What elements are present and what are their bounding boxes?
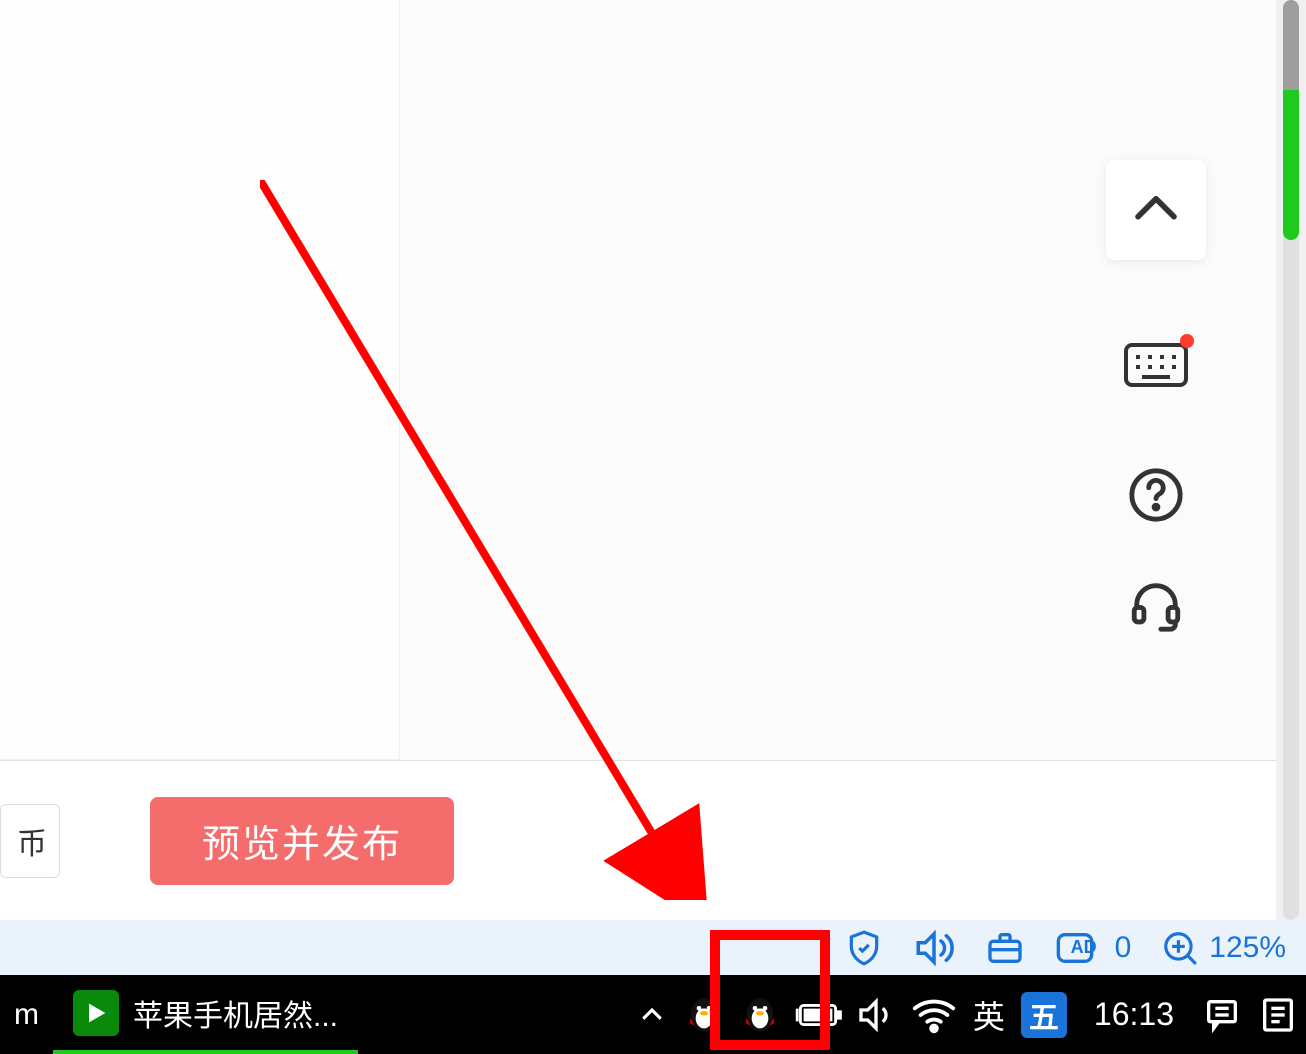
app-area: 币 预览并发布 (0, 0, 1306, 920)
help-button[interactable] (1106, 450, 1206, 540)
chevron-up-icon (637, 1000, 667, 1030)
support-button[interactable] (1106, 560, 1206, 650)
ad-block-button[interactable]: AD 0 (1055, 928, 1132, 968)
notes-button[interactable] (1250, 975, 1306, 1054)
action-center-button[interactable] (1194, 975, 1250, 1054)
taskbar-app-label: 苹果手机居然... (133, 991, 338, 1035)
tray-expand-button[interactable] (628, 975, 676, 1054)
app-icon (73, 990, 119, 1036)
toolbox-icon (985, 928, 1025, 968)
secondary-button[interactable]: 币 (0, 804, 60, 878)
volume-icon (913, 927, 955, 969)
penguin-icon (740, 995, 780, 1035)
browser-status-bar: AD 0 125% (0, 920, 1306, 975)
help-icon (1127, 466, 1185, 524)
chevron-up-icon (1129, 183, 1183, 237)
taskbar-left-fragment[interactable]: m (0, 975, 53, 1054)
preview-publish-button[interactable]: 预览并发布 (150, 797, 454, 885)
tray-qq-icon-1[interactable] (676, 975, 732, 1054)
clock-label: 16:13 (1094, 996, 1174, 1032)
note-icon (1258, 995, 1298, 1035)
windows-taskbar: m 苹果手机居然... 英 五 16:13 (0, 975, 1306, 1054)
notification-dot-icon (1180, 334, 1194, 348)
scrollbar-thumb[interactable] (1283, 0, 1299, 240)
scroll-top-button[interactable] (1106, 160, 1206, 260)
ime-language-button[interactable]: 英 (964, 975, 1014, 1054)
editor-bottom-bar: 币 预览并发布 (0, 760, 1306, 920)
tray-volume-button[interactable] (848, 975, 904, 1054)
ime-box-label: 五 (1029, 993, 1059, 1037)
secondary-button-label: 币 (17, 819, 47, 863)
ime-method-button[interactable]: 五 (1014, 975, 1074, 1054)
zoom-level: 125% (1209, 931, 1286, 965)
ime-language-label: 英 (973, 992, 1005, 1038)
zoom-button[interactable]: 125% (1161, 929, 1286, 967)
battery-charging-icon (794, 1000, 842, 1030)
security-shield-button[interactable] (845, 929, 883, 967)
shield-icon (845, 929, 883, 967)
ime-box-icon: 五 (1021, 992, 1067, 1038)
primary-button-label: 预览并发布 (202, 813, 402, 868)
wifi-icon (911, 992, 957, 1038)
tray-qq-icon-2[interactable] (732, 975, 788, 1054)
tray-wifi-button[interactable] (904, 975, 964, 1054)
taskbar-clock[interactable]: 16:13 (1074, 996, 1194, 1033)
keyboard-icon (1124, 340, 1188, 390)
notification-icon (1202, 995, 1242, 1035)
taskbar-left-fragment-label: m (14, 998, 39, 1032)
ad-block-count: 0 (1115, 931, 1132, 965)
penguin-icon (684, 995, 724, 1035)
taskbar-running-app[interactable]: 苹果手机居然... (53, 975, 358, 1054)
content-panel (0, 0, 400, 760)
volume-icon (856, 995, 896, 1035)
keyboard-button[interactable] (1106, 320, 1206, 410)
zoom-in-icon (1161, 929, 1199, 967)
tray-battery-button[interactable] (788, 975, 848, 1054)
vertical-scrollbar[interactable] (1276, 0, 1306, 920)
extensions-button[interactable] (985, 928, 1025, 968)
headset-icon (1127, 576, 1185, 634)
play-icon (82, 999, 110, 1027)
volume-button[interactable] (913, 927, 955, 969)
